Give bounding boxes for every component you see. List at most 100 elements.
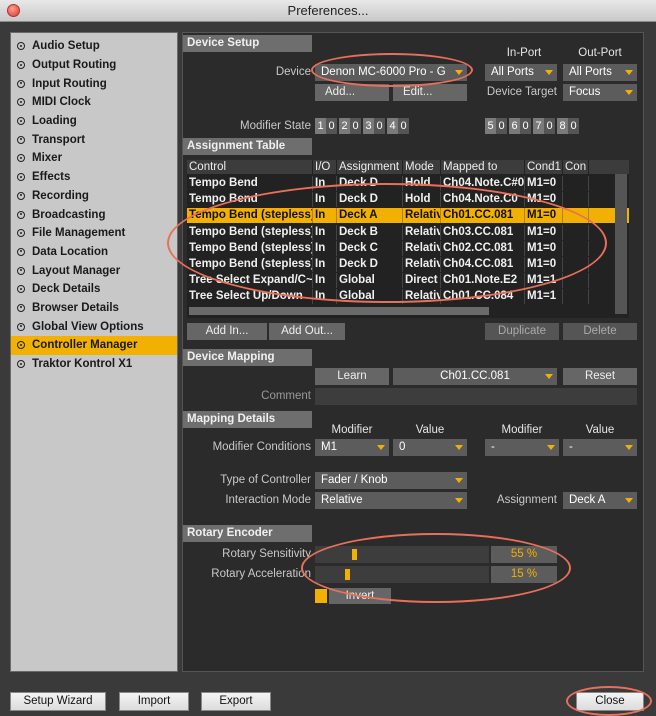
modifier-number: 7 (533, 118, 544, 134)
export-button[interactable]: Export (201, 692, 271, 711)
column-header[interactable]: Assignment (337, 160, 403, 174)
chevron-down-icon (455, 70, 463, 75)
mapped-to-dropdown[interactable]: Ch01.CC.081 (393, 368, 557, 385)
condition1-modifier-dropdown[interactable]: M1 (315, 439, 389, 456)
comment-input[interactable] (315, 388, 637, 405)
interaction-mode-dropdown[interactable]: Relative (315, 492, 467, 509)
radio-bullet-icon (17, 210, 25, 219)
sidebar-item-deck-details[interactable]: Deck Details (11, 280, 177, 299)
sidebar-item-transport[interactable]: Transport (11, 130, 177, 149)
sidebar-item-global-view-options[interactable]: Global View Options (11, 317, 177, 336)
edit-device-button[interactable]: Edit... (393, 84, 467, 101)
table-cell: Hold (403, 176, 441, 191)
condition2-modifier-dropdown[interactable]: - (485, 439, 559, 456)
sidebar-item-mixer[interactable]: Mixer (11, 149, 177, 168)
sidebar-item-input-routing[interactable]: Input Routing (11, 74, 177, 93)
table-horizontal-scrollbar[interactable] (189, 307, 489, 315)
close-window-icon[interactable] (7, 4, 20, 17)
radio-bullet-icon (17, 42, 25, 51)
in-port-dropdown[interactable]: All Ports (485, 64, 557, 81)
sidebar-item-file-management[interactable]: File Management (11, 224, 177, 243)
column-header[interactable]: Control (187, 160, 313, 174)
table-cell (563, 224, 589, 240)
radio-bullet-icon (17, 154, 25, 163)
table-row[interactable]: Tempo Bend (stepless)InDeck ARelativeCh0… (187, 208, 629, 224)
chevron-down-icon (377, 445, 385, 450)
modifier-value: 0 (374, 118, 385, 134)
table-row[interactable]: Tempo Bend (stepless)InDeck BRelativeCh0… (187, 224, 629, 240)
add-out-button[interactable]: Add Out... (269, 323, 345, 340)
modifier-value: 0 (326, 118, 337, 134)
table-cell: Global (337, 289, 403, 305)
table-row[interactable]: Tree Select Expand/C~ In Global Direct Ch01.… (187, 273, 629, 289)
type-of-controller-dropdown[interactable]: Fader / Knob (315, 472, 467, 489)
device-target-label: Device Target (486, 86, 557, 98)
assignment-table: Control I/O Assignment Mode Mapped to Cond1 Co… (187, 160, 629, 318)
slider-thumb[interactable] (345, 569, 350, 580)
table-cell: M1=0 (525, 240, 563, 256)
modifier-state-5: 50 (485, 118, 507, 134)
sidebar-item-recording[interactable]: Recording (11, 187, 177, 206)
table-vertical-scrollbar[interactable] (615, 174, 627, 314)
sidebar-item-browser-details[interactable]: Browser Details (11, 299, 177, 318)
chevron-down-icon (625, 90, 633, 95)
table-cell: Deck D (337, 192, 403, 208)
radio-bullet-icon (17, 341, 25, 350)
modifier-conditions-label: Modifier Conditions (212, 441, 311, 453)
sidebar-item-layout-manager[interactable]: Layout Manager (11, 261, 177, 280)
sidebar-item-loading[interactable]: Loading (11, 112, 177, 131)
condition2-value-dropdown[interactable]: - (563, 439, 637, 456)
table-row[interactable]: Tempo Bend (stepless)InDeck DRelativeCh0… (187, 257, 629, 272)
sidebar-item-output-routing[interactable]: Output Routing (11, 56, 177, 75)
table-row[interactable]: Tempo Bend (stepless)InDeck CRelativeCh0… (187, 240, 629, 256)
chevron-down-icon (625, 445, 633, 450)
sidebar-item-data-location[interactable]: Data Location (11, 243, 177, 262)
assignment-dropdown[interactable]: Deck A (563, 492, 637, 509)
assignment-label: Assignment (496, 494, 557, 506)
device-target-dropdown[interactable]: Focus (563, 84, 637, 101)
sidebar-item-broadcasting[interactable]: Broadcasting (11, 205, 177, 224)
modifier-state-8: 80 (557, 118, 579, 134)
sidebar-item-label: Broadcasting (32, 208, 106, 221)
reset-button[interactable]: Reset (563, 368, 637, 385)
chevron-down-icon (545, 374, 553, 379)
column-header[interactable]: Mapped to (441, 160, 525, 174)
sidebar-item-traktor-kontrol-x1[interactable]: Traktor Kontrol X1 (11, 355, 177, 374)
invert-checkbox[interactable] (315, 589, 327, 603)
comment-label: Comment (261, 390, 311, 402)
slider-thumb[interactable] (352, 549, 357, 560)
learn-button[interactable]: Learn (315, 368, 389, 385)
modifier-number: 3 (363, 118, 374, 134)
add-device-button[interactable]: Add... (315, 84, 389, 101)
table-row[interactable]: Tree Select Up/DownInGlobalRelativeCh01.… (187, 289, 629, 305)
table-cell: M1=1 (525, 273, 563, 289)
table-cell: M1=0 (525, 257, 563, 272)
import-button[interactable]: Import (119, 692, 189, 711)
column-header[interactable]: Con (563, 160, 589, 174)
rotary-sensitivity-slider[interactable] (315, 546, 489, 563)
table-cell: Ch01.CC.081 (441, 208, 525, 224)
table-cell: Relative (403, 289, 441, 305)
close-button[interactable]: Close (576, 692, 644, 711)
sidebar-item-effects[interactable]: Effects (11, 168, 177, 187)
table-row[interactable]: Tempo Bend In Deck D Hold Ch04.Note.C0 M1=0 (187, 192, 629, 208)
sidebar-item-midi-clock[interactable]: MIDI Clock (11, 93, 177, 112)
column-header[interactable]: I/O (313, 160, 337, 174)
device-dropdown[interactable]: Denon MC-6000 Pro - G (315, 64, 467, 81)
sidebar-item-controller-manager[interactable]: Controller Manager (11, 336, 177, 355)
condition1-value-dropdown[interactable]: 0 (393, 439, 467, 456)
sidebar-item-label: Effects (32, 171, 71, 184)
rotary-acceleration-slider[interactable] (315, 566, 489, 583)
duplicate-button[interactable]: Duplicate (485, 323, 559, 340)
add-in-button[interactable]: Add In... (187, 323, 267, 340)
rotary-encoder-title: Rotary Encoder (183, 525, 312, 542)
column-header[interactable]: Mode (403, 160, 441, 174)
table-row[interactable]: Tempo Bend In Deck D Hold Ch04.Note.C#0 M1=0 (187, 176, 629, 191)
setup-wizard-button[interactable]: Setup Wizard (10, 692, 106, 711)
invert-button[interactable]: Invert (329, 588, 391, 604)
column-header[interactable]: Cond1 (525, 160, 563, 174)
out-port-dropdown[interactable]: All Ports (563, 64, 637, 81)
table-cell: Deck A (337, 208, 403, 224)
sidebar-item-audio-setup[interactable]: Audio Setup (11, 37, 177, 56)
delete-button[interactable]: Delete (563, 323, 637, 340)
